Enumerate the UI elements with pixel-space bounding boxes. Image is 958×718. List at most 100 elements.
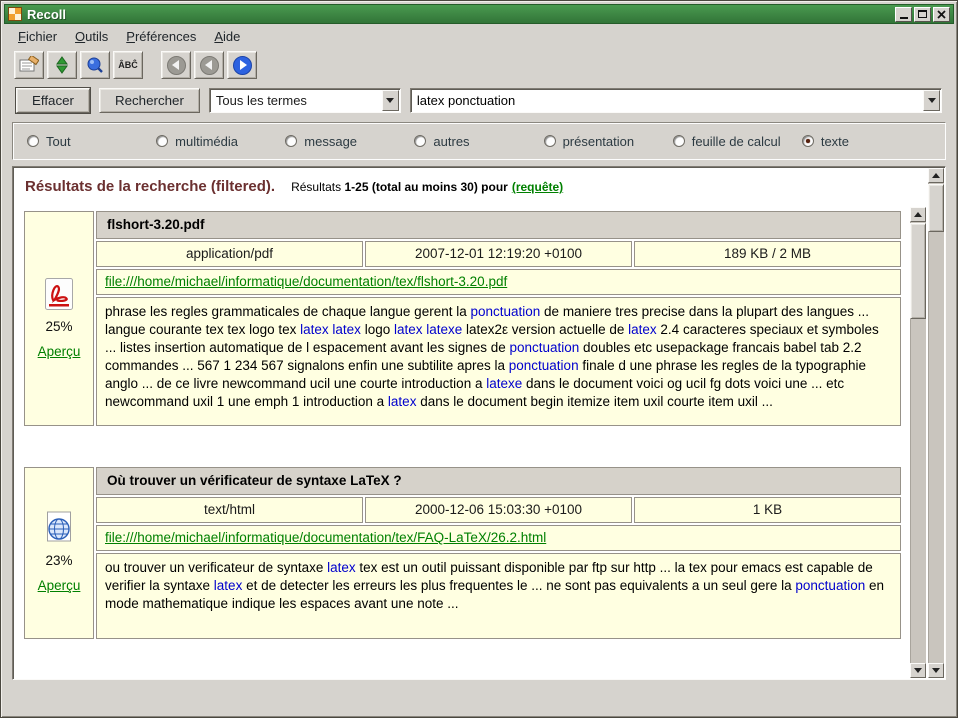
results-summary-prefix: Résultats — [291, 180, 341, 194]
preview-link[interactable]: Aperçu — [38, 343, 81, 361]
next-page-icon — [233, 56, 252, 75]
maximize-icon — [918, 10, 927, 18]
sort-icon — [54, 56, 70, 74]
result-url-row: file:///home/michael/informatique/docume… — [96, 525, 901, 551]
maximize-button[interactable] — [914, 7, 931, 22]
radio-icon[interactable] — [802, 135, 814, 147]
results-list-scrollbar[interactable] — [910, 207, 926, 678]
menu-aide[interactable]: Aide — [206, 26, 248, 47]
search-mode-value: Tous les termes — [210, 93, 381, 108]
result-url-link[interactable]: file:///home/michael/informatique/docume… — [105, 530, 546, 545]
filter-presentation[interactable]: présentation — [544, 134, 673, 149]
result-item-2: 23% Aperçu Où trouver un vérificateur de… — [24, 467, 901, 639]
results-panel: Résultats de la recherche (filtered). Rés… — [12, 166, 946, 680]
preview-link[interactable]: Aperçu — [38, 577, 81, 595]
result-abstract: ou trouver un verificateur de syntaxe la… — [96, 553, 901, 639]
recoll-app-icon — [8, 7, 22, 21]
result-size: 189 KB / 2 MB — [634, 241, 901, 267]
radio-icon[interactable] — [285, 135, 297, 147]
result-title: flshort-3.20.pdf — [96, 211, 901, 239]
result-url-link[interactable]: file:///home/michael/informatique/docume… — [105, 274, 507, 289]
scrollbar-thumb[interactable] — [910, 223, 926, 319]
menu-preferences[interactable]: Préférences — [118, 26, 204, 47]
result-meta-row: text/html 2000-12-06 15:03:30 +0100 1 KB — [96, 497, 901, 523]
search-mode-select[interactable]: Tous les termes — [209, 88, 401, 113]
result-mime: application/pdf — [96, 241, 363, 267]
result-abstract: phrase les regles grammaticales de chaqu… — [96, 297, 901, 426]
filter-autres[interactable]: autres — [414, 134, 543, 149]
search-tool-button[interactable] — [80, 51, 110, 79]
scroll-down-icon — [932, 668, 940, 673]
minimize-button[interactable] — [895, 7, 912, 22]
clear-button[interactable]: Effacer — [16, 88, 90, 113]
scroll-down-button[interactable] — [910, 663, 926, 678]
filter-label: autres — [433, 134, 469, 149]
result-side: 25% Aperçu — [24, 211, 94, 426]
clear-search-button[interactable] — [14, 51, 44, 79]
radio-icon[interactable] — [27, 135, 39, 147]
status-bar — [4, 680, 954, 714]
result-main: Où trouver un vérificateur de syntaxe La… — [96, 467, 901, 639]
filter-message[interactable]: message — [285, 134, 414, 149]
scroll-down-button[interactable] — [928, 663, 944, 678]
result-date: 2007-12-01 12:19:20 +0100 — [365, 241, 632, 267]
filter-feuille-de-calcul[interactable]: feuille de calcul — [673, 134, 802, 149]
result-url-row: file:///home/michael/informatique/docume… — [96, 269, 901, 295]
result-mime: text/html — [96, 497, 363, 523]
filter-label: texte — [821, 134, 849, 149]
back-button[interactable] — [161, 51, 191, 79]
radio-icon[interactable] — [156, 135, 168, 147]
next-page-button[interactable] — [227, 51, 257, 79]
radio-icon[interactable] — [544, 135, 556, 147]
previous-page-icon — [200, 56, 219, 75]
sort-button[interactable] — [47, 51, 77, 79]
filter-tout[interactable]: Tout — [27, 134, 156, 149]
query-combo[interactable] — [410, 88, 942, 113]
back-icon — [167, 56, 186, 75]
menu-fichier[interactable]: Fichier — [10, 26, 65, 47]
results-title: Résultats de la recherche (filtered). — [25, 178, 275, 195]
result-item-1: 25% Aperçu flshort-3.20.pdf application/… — [24, 211, 901, 426]
filter-label: multimédia — [175, 134, 238, 149]
query-details-link[interactable]: (requête) — [512, 180, 563, 194]
filter-texte[interactable]: texte — [802, 134, 931, 149]
filter-label: Tout — [46, 134, 71, 149]
close-button[interactable] — [933, 7, 950, 22]
menubar: Fichier Outils Préférences Aide — [4, 24, 954, 48]
search-mode-dropdown-button[interactable] — [382, 90, 399, 111]
radio-icon[interactable] — [673, 135, 685, 147]
scroll-down-icon — [914, 668, 922, 673]
query-dropdown-button[interactable] — [923, 90, 940, 111]
previous-page-button[interactable] — [194, 51, 224, 79]
relevance-percent: 25% — [45, 318, 72, 336]
search-button[interactable]: Rechercher — [99, 88, 200, 113]
scrollbar-thumb[interactable] — [928, 184, 944, 232]
radio-icon[interactable] — [414, 135, 426, 147]
results-list: Résultats de la recherche (filtered). Rés… — [14, 168, 907, 678]
search-row: Effacer Rechercher Tous les termes — [4, 82, 954, 118]
result-size: 1 KB — [634, 497, 901, 523]
filter-multimedia[interactable]: multimédia — [156, 134, 285, 149]
filter-label: message — [304, 134, 357, 149]
scroll-up-button[interactable] — [928, 168, 944, 183]
term-explorer-button[interactable]: ÂBĈ — [113, 51, 143, 79]
page-scrollbar[interactable] — [928, 168, 944, 678]
result-meta-row: application/pdf 2007-12-01 12:19:20 +010… — [96, 241, 901, 267]
results-header: Résultats de la recherche (filtered). Rés… — [25, 178, 901, 195]
window-title: Recoll — [27, 7, 66, 22]
recoll-window: Recoll Fichier Outils Préférences Aide — [0, 0, 958, 718]
filter-panel: Tout multimédia message autres présentat… — [12, 122, 946, 160]
scroll-up-icon — [932, 173, 940, 178]
query-input[interactable] — [411, 93, 922, 108]
filter-label: feuille de calcul — [692, 134, 781, 149]
relevance-percent: 23% — [45, 552, 72, 570]
dropdown-arrow-icon — [386, 98, 394, 103]
dropdown-arrow-icon — [928, 98, 936, 103]
minimize-icon — [900, 17, 908, 19]
menu-outils[interactable]: Outils — [67, 26, 116, 47]
results-range: 1-25 (total au moins 30) pour — [344, 180, 507, 194]
search-icon — [86, 56, 104, 74]
titlebar: Recoll — [4, 4, 954, 24]
toolbar: ÂBĈ — [4, 48, 954, 82]
scroll-up-button[interactable] — [910, 207, 926, 222]
